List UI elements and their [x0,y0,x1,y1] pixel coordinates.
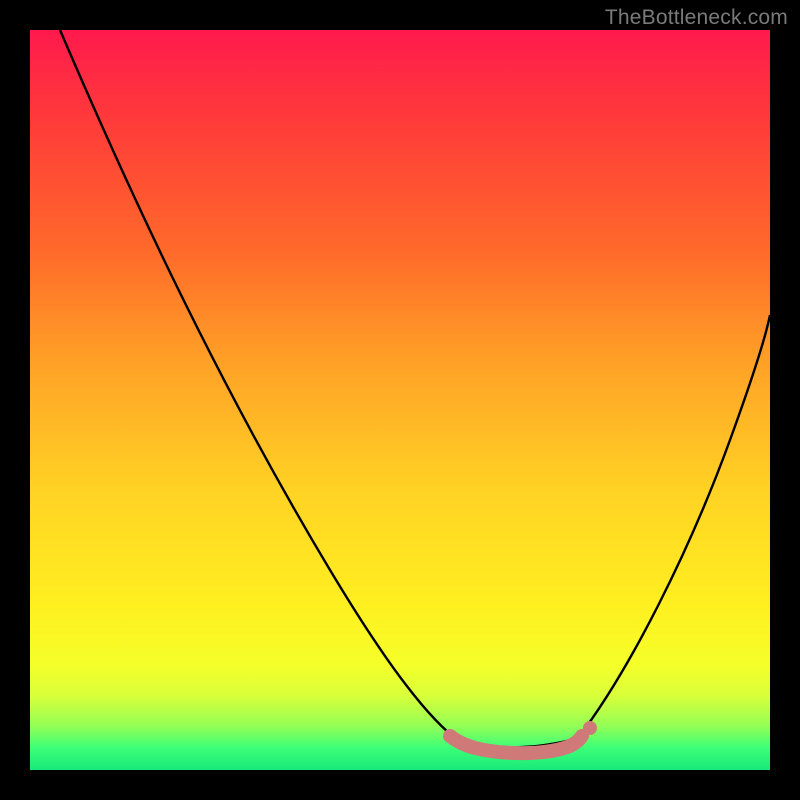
left-curve [60,30,460,742]
plot-area [30,30,770,770]
chart-frame: TheBottleneck.com [0,0,800,800]
pink-right-dot [583,721,597,735]
curves-layer [30,30,770,770]
pink-flat-segment [450,736,582,753]
right-curve [578,315,770,738]
watermark-text: TheBottleneck.com [605,6,788,30]
